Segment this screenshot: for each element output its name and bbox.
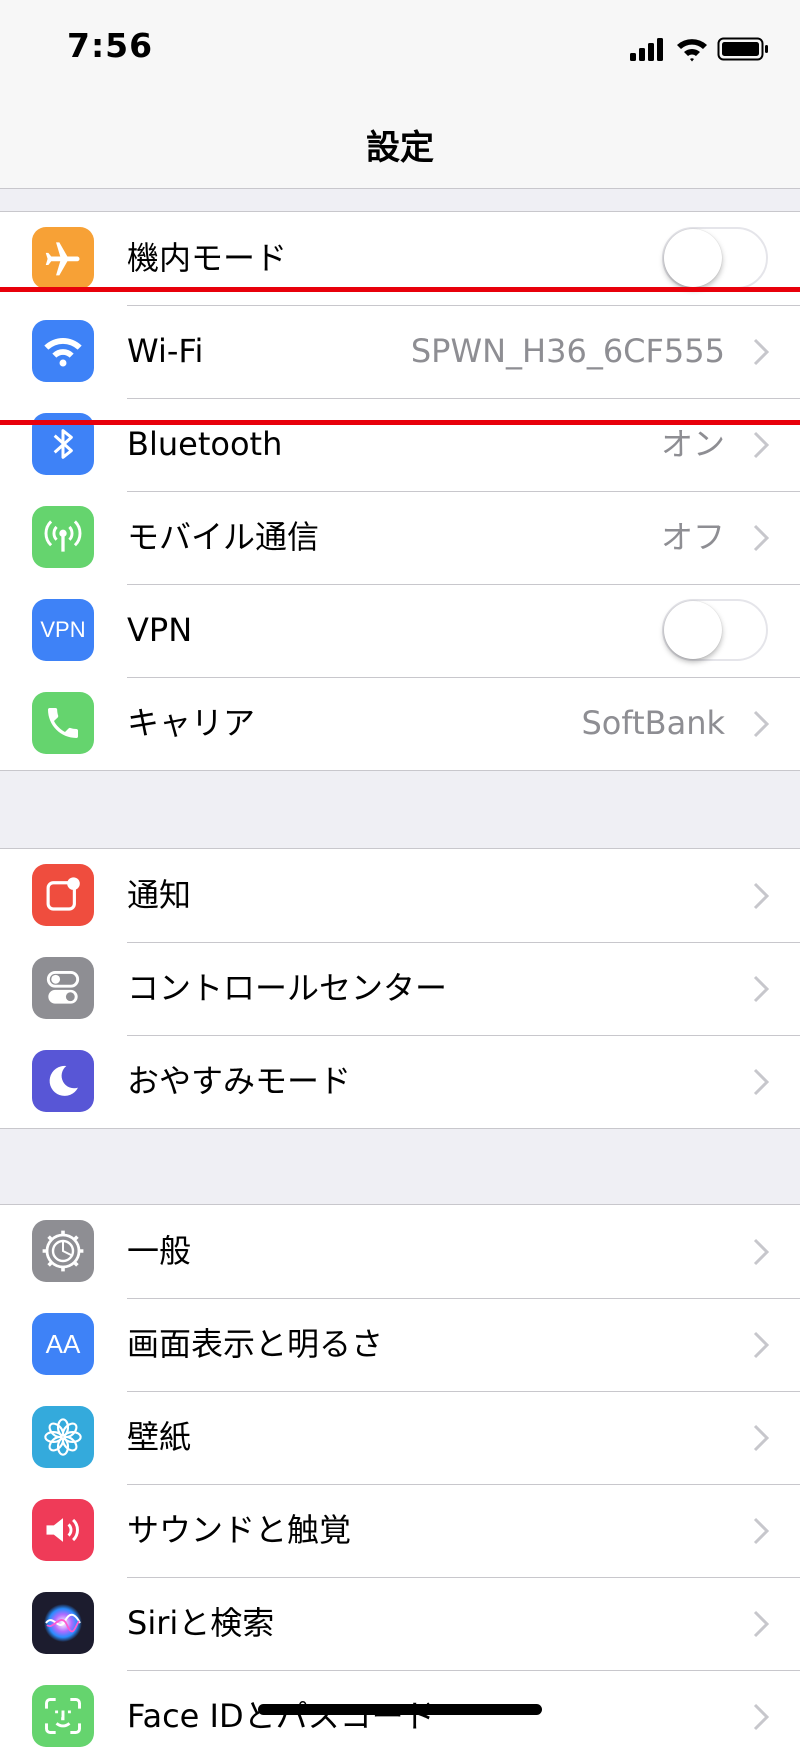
cellular-signal-icon: [630, 38, 663, 61]
do-not-disturb-label: おやすみモード: [127, 1062, 352, 1100]
row-do-not-disturb[interactable]: おやすみモード: [0, 1035, 800, 1128]
bluetooth-status: オン: [660, 425, 725, 463]
row-control-center[interactable]: コントロールセンター: [0, 942, 800, 1035]
battery-icon: [717, 37, 768, 61]
sounds-haptics-label: サウンドと触覚: [127, 1511, 352, 1549]
status-icons: [630, 37, 768, 62]
gear-icon: [32, 1220, 94, 1282]
text-size-icon: AA: [32, 1313, 94, 1375]
row-notifications[interactable]: 通知: [0, 849, 800, 942]
chevron-right-icon: [753, 1331, 770, 1359]
row-bluetooth[interactable]: Bluetooth オン: [0, 398, 800, 491]
phone-icon: [32, 692, 94, 754]
row-wifi[interactable]: Wi-Fi SPWN_H36_6CF555: [0, 305, 800, 398]
antenna-icon: [32, 506, 94, 568]
chevron-right-icon: [753, 882, 770, 910]
chevron-right-icon: [753, 1703, 770, 1731]
control-center-label: コントロールセンター: [127, 969, 448, 1007]
face-id-icon: [32, 1685, 94, 1747]
general-group: 一般 AA 画面表示と明るさ 壁紙 サウンドと触覚 Siriと検索 Face I…: [0, 1204, 800, 1763]
notifications-group: 通知 コントロールセンター おやすみモード: [0, 848, 800, 1129]
wallpaper-flower-icon: [32, 1406, 94, 1468]
chevron-right-icon: [753, 1424, 770, 1452]
row-vpn[interactable]: VPN VPN: [0, 584, 800, 677]
carrier-label: キャリア: [127, 704, 256, 742]
row-display-brightness[interactable]: AA 画面表示と明るさ: [0, 1298, 800, 1391]
siri-search-label: Siriと検索: [127, 1604, 275, 1642]
row-wallpaper[interactable]: 壁紙: [0, 1391, 800, 1484]
chevron-right-icon: [753, 710, 770, 738]
row-mobile-data[interactable]: モバイル通信 オフ: [0, 491, 800, 584]
control-center-icon: [32, 957, 94, 1019]
wifi-network-name: SPWN_H36_6CF555: [410, 332, 725, 370]
chevron-right-icon: [753, 1610, 770, 1638]
airplane-mode-toggle[interactable]: [662, 227, 768, 289]
mobile-data-status: オフ: [660, 518, 725, 556]
wifi-status-icon: [677, 39, 707, 62]
bluetooth-label: Bluetooth: [127, 425, 283, 463]
annotation-line-top: [0, 287, 800, 292]
chevron-right-icon: [753, 431, 770, 459]
display-brightness-label: 画面表示と明るさ: [127, 1325, 384, 1363]
mobile-data-label: モバイル通信: [127, 518, 320, 556]
siri-icon: [32, 1592, 94, 1654]
airplane-icon: [32, 227, 94, 289]
vpn-icon-text: VPN: [40, 617, 86, 642]
connectivity-group: 機内モード Wi-Fi SPWN_H36_6CF555 Bluetooth オン: [0, 211, 800, 771]
wifi-label: Wi-Fi: [127, 332, 204, 370]
chevron-right-icon: [753, 338, 770, 366]
wifi-icon: [32, 320, 94, 382]
carrier-name: SoftBank: [581, 704, 725, 742]
chevron-right-icon: [753, 1517, 770, 1545]
chevron-right-icon: [753, 524, 770, 552]
row-general[interactable]: 一般: [0, 1205, 800, 1298]
speaker-icon: [32, 1499, 94, 1561]
annotation-line-bottom: [0, 420, 800, 425]
row-carrier[interactable]: キャリア SoftBank: [0, 677, 800, 770]
vpn-toggle[interactable]: [662, 599, 768, 661]
row-face-id-passcode[interactable]: Face IDとパスコード: [0, 1670, 800, 1763]
home-indicator[interactable]: [258, 1704, 542, 1715]
text-size-icon-text: AA: [45, 1328, 81, 1359]
notifications-icon: [32, 864, 94, 926]
page-title: 設定: [366, 127, 434, 168]
chevron-right-icon: [753, 1238, 770, 1266]
moon-icon: [32, 1050, 94, 1112]
wallpaper-label: 壁紙: [127, 1418, 192, 1456]
status-time: 7:56: [67, 26, 154, 65]
notifications-label: 通知: [127, 876, 192, 914]
vpn-icon: VPN: [32, 599, 94, 661]
row-sounds-haptics[interactable]: サウンドと触覚: [0, 1484, 800, 1577]
navigation-bar: 設定: [0, 100, 800, 189]
chevron-right-icon: [753, 1068, 770, 1096]
general-label: 一般: [127, 1232, 192, 1270]
chevron-right-icon: [753, 975, 770, 1003]
face-id-passcode-label: Face IDとパスコード: [127, 1697, 436, 1735]
row-siri-search[interactable]: Siriと検索: [0, 1577, 800, 1670]
status-bar: 7:56: [0, 0, 800, 100]
vpn-label: VPN: [127, 611, 193, 649]
